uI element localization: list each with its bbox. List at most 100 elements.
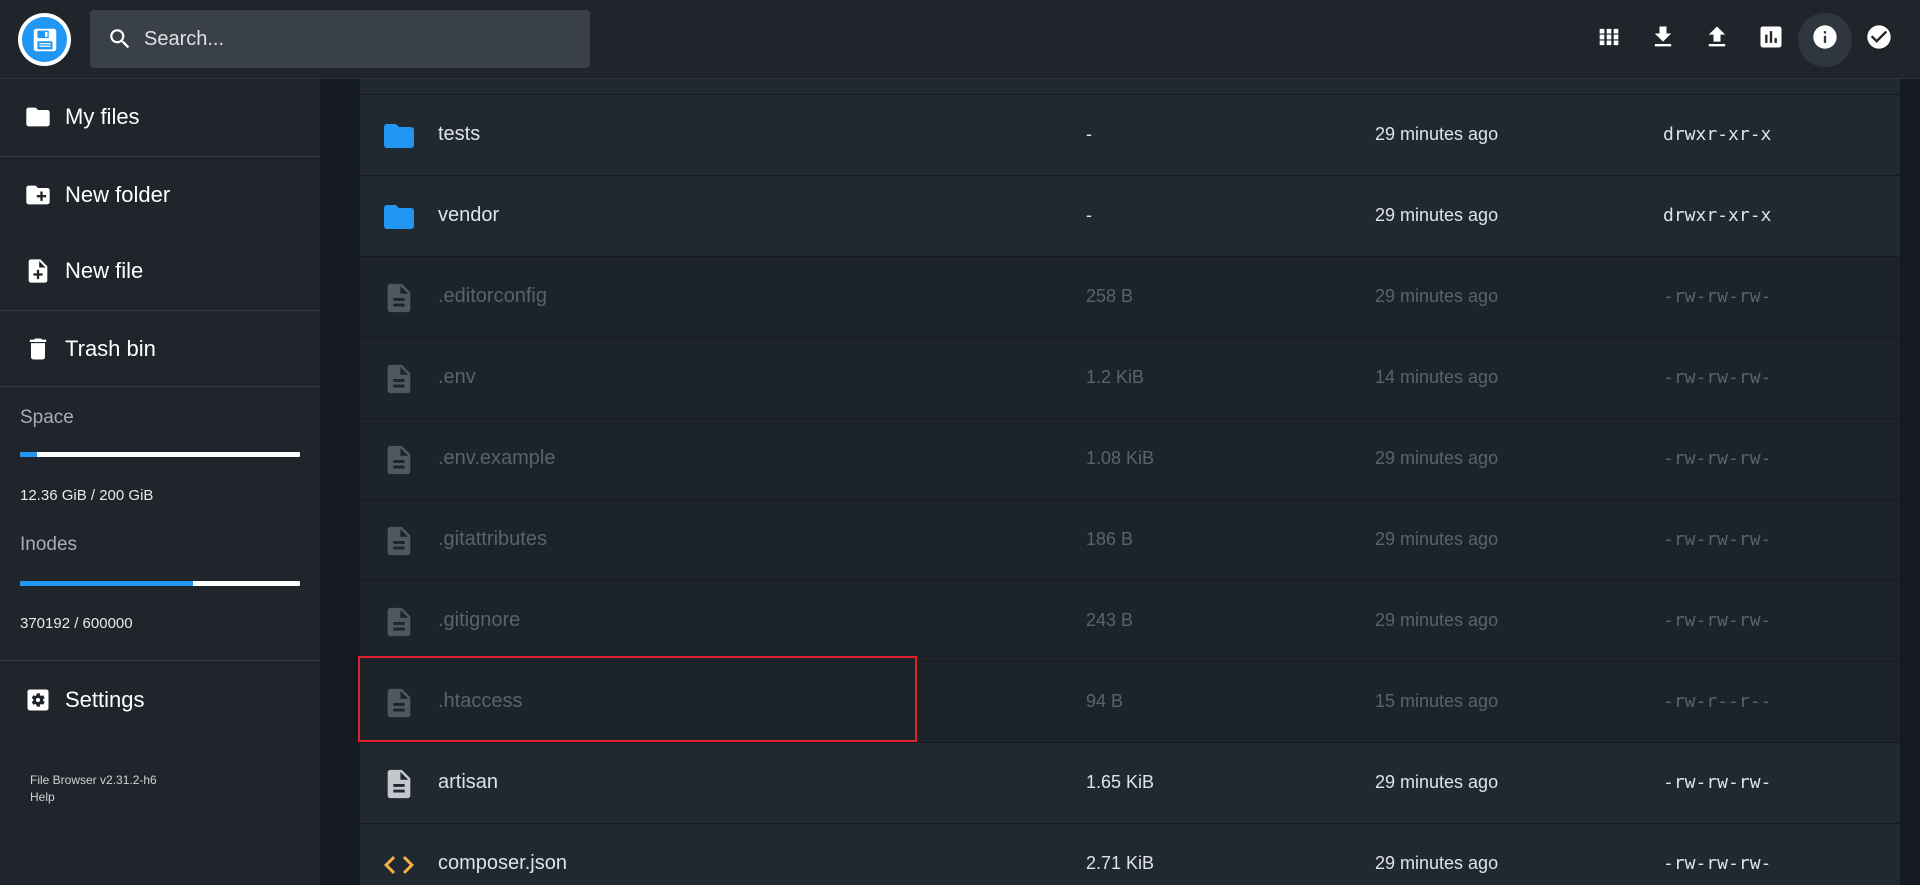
trash-icon — [23, 334, 53, 364]
space-title: Space — [20, 407, 74, 428]
download-icon — [1649, 23, 1677, 56]
file-name: .env — [438, 366, 476, 388]
upload-button[interactable] — [1690, 13, 1744, 67]
upload-icon — [1703, 23, 1731, 56]
settings-gear-icon — [23, 685, 53, 715]
file-modified: 29 minutes ago — [1375, 853, 1499, 873]
file-row[interactable]: composer.json 2.71 KiB 29 minutes ago -rw-r… — [360, 824, 1900, 885]
space-usage-text: 12.36 GiB / 200 GiB — [20, 487, 154, 504]
sidebar-item-new-file[interactable]: New file — [0, 233, 320, 309]
stats-button[interactable] — [1744, 13, 1798, 67]
file-name: .gitignore — [438, 609, 521, 631]
file-size: - — [1086, 205, 1092, 225]
file-size: 186 B — [1086, 529, 1134, 549]
file-document-icon — [380, 441, 418, 479]
sidebar-item-trash-bin[interactable]: Trash bin — [0, 311, 320, 387]
file-modified: 15 minutes ago — [1375, 691, 1499, 711]
code-icon — [380, 846, 418, 884]
file-name: tests — [438, 123, 481, 145]
help-link[interactable]: Help — [30, 790, 55, 804]
sidebar-item-settings[interactable]: Settings — [0, 662, 320, 738]
file-permissions: -rw-rw-rw- — [1663, 286, 1772, 307]
file-row[interactable]: .gitignore 243 B 29 minutes ago -rw-rw-rw- — [360, 581, 1900, 662]
search-input[interactable] — [144, 10, 590, 68]
sidebar-item-label: Trash bin — [65, 336, 156, 361]
file-modified: 29 minutes ago — [1375, 529, 1499, 549]
file-row[interactable]: artisan 1.65 KiB 29 minutes ago -rw-rw-rw- — [360, 743, 1900, 824]
file-permissions: -rw-r--r-- — [1663, 691, 1772, 712]
grid-view-icon — [1595, 23, 1623, 56]
file-row[interactable]: tests - 29 minutes ago drwxr-xr-x — [360, 95, 1900, 176]
file-size: 258 B — [1086, 286, 1134, 306]
select-button[interactable] — [1852, 13, 1906, 67]
sidebar-item-label: My files — [65, 104, 140, 129]
sidebar-item-my-files[interactable]: My files — [0, 79, 320, 155]
space-progress-bar — [20, 452, 300, 457]
file-row[interactable]: .gitattributes 186 B 29 minutes ago -rw-rw-… — [360, 500, 1900, 581]
file-name: .env.example — [438, 447, 556, 469]
inodes-title: Inodes — [20, 534, 78, 555]
divider — [0, 660, 320, 661]
info-icon — [1811, 23, 1839, 56]
folder-icon — [23, 102, 53, 132]
inodes-usage-text: 370192 / 600000 — [20, 615, 133, 632]
sidebar: My files New folder New file Trash bin S… — [0, 79, 320, 885]
info-button[interactable] — [1798, 12, 1852, 67]
file-permissions: drwxr-xr-x — [1663, 205, 1772, 226]
space-progress-fill — [20, 452, 38, 457]
file-name: .gitattributes — [438, 528, 547, 550]
file-size: 1.65 KiB — [1086, 772, 1155, 792]
toolbar — [1582, 0, 1920, 79]
file-permissions: -rw-rw-rw- — [1663, 772, 1772, 793]
select-check-icon — [1865, 23, 1893, 56]
file-row[interactable]: .editorconfig 258 B 29 minutes ago -rw-rw-r… — [360, 257, 1900, 338]
stats-icon — [1757, 23, 1785, 56]
file-size: 1.2 KiB — [1086, 367, 1145, 387]
file-permissions: -rw-rw-rw- — [1663, 529, 1772, 550]
file-modified: 29 minutes ago — [1375, 205, 1499, 225]
app-logo[interactable] — [18, 13, 71, 66]
search-icon — [106, 25, 134, 53]
file-modified: 14 minutes ago — [1375, 367, 1499, 387]
file-permissions: -rw-rw-rw- — [1663, 367, 1772, 388]
version-text: File Browser v2.31.2-h6 — [30, 773, 157, 787]
file-permissions: -rw-rw-rw- — [1663, 610, 1772, 631]
sidebar-item-new-folder[interactable]: New folder — [0, 157, 320, 233]
file-name: vendor — [438, 204, 500, 226]
file-listing: tests - 29 minutes ago drwxr-xr-x vendor - 29 … — [360, 79, 1900, 885]
file-permissions: -rw-rw-rw- — [1663, 448, 1772, 469]
file-permissions: -rw-rw-rw- — [1663, 853, 1772, 874]
sidebar-item-label: Settings — [65, 687, 145, 712]
search-bar[interactable] — [90, 10, 590, 68]
file-name: .editorconfig — [438, 285, 547, 307]
file-document-icon — [380, 684, 418, 722]
download-button[interactable] — [1636, 13, 1690, 67]
note-add-icon — [23, 256, 53, 286]
inodes-progress-fill — [20, 581, 193, 586]
file-document-icon — [380, 360, 418, 398]
file-row[interactable]: .env 1.2 KiB 14 minutes ago -rw-rw-rw- — [360, 338, 1900, 419]
file-row[interactable]: vendor - 29 minutes ago drwxr-xr-x — [360, 176, 1900, 257]
floppy-logo-icon — [22, 17, 67, 62]
file-row[interactable]: .htaccess 94 B 15 minutes ago -rw-r--r-- — [360, 662, 1900, 743]
file-document-icon — [380, 603, 418, 641]
file-size: - — [1086, 124, 1092, 144]
file-size: 243 B — [1086, 610, 1134, 630]
file-document-icon — [380, 279, 418, 317]
create-folder-icon — [23, 180, 53, 210]
inodes-progress-bar — [20, 581, 300, 586]
file-document-icon — [380, 765, 418, 803]
grid-view-button[interactable] — [1582, 13, 1636, 67]
sidebar-item-label: New folder — [65, 182, 171, 207]
sidebar-item-label: New file — [65, 258, 144, 283]
file-size: 94 B — [1086, 691, 1124, 711]
file-modified: 29 minutes ago — [1375, 448, 1499, 468]
file-size: 2.71 KiB — [1086, 853, 1155, 873]
folder-icon — [380, 198, 418, 236]
file-document-icon — [380, 522, 418, 560]
file-modified: 29 minutes ago — [1375, 610, 1499, 630]
file-name: .htaccess — [438, 690, 523, 712]
file-row[interactable]: .env.example 1.08 KiB 29 minutes ago -rw-rw… — [360, 419, 1900, 500]
file-modified: 29 minutes ago — [1375, 772, 1499, 792]
app-header — [0, 0, 1920, 79]
